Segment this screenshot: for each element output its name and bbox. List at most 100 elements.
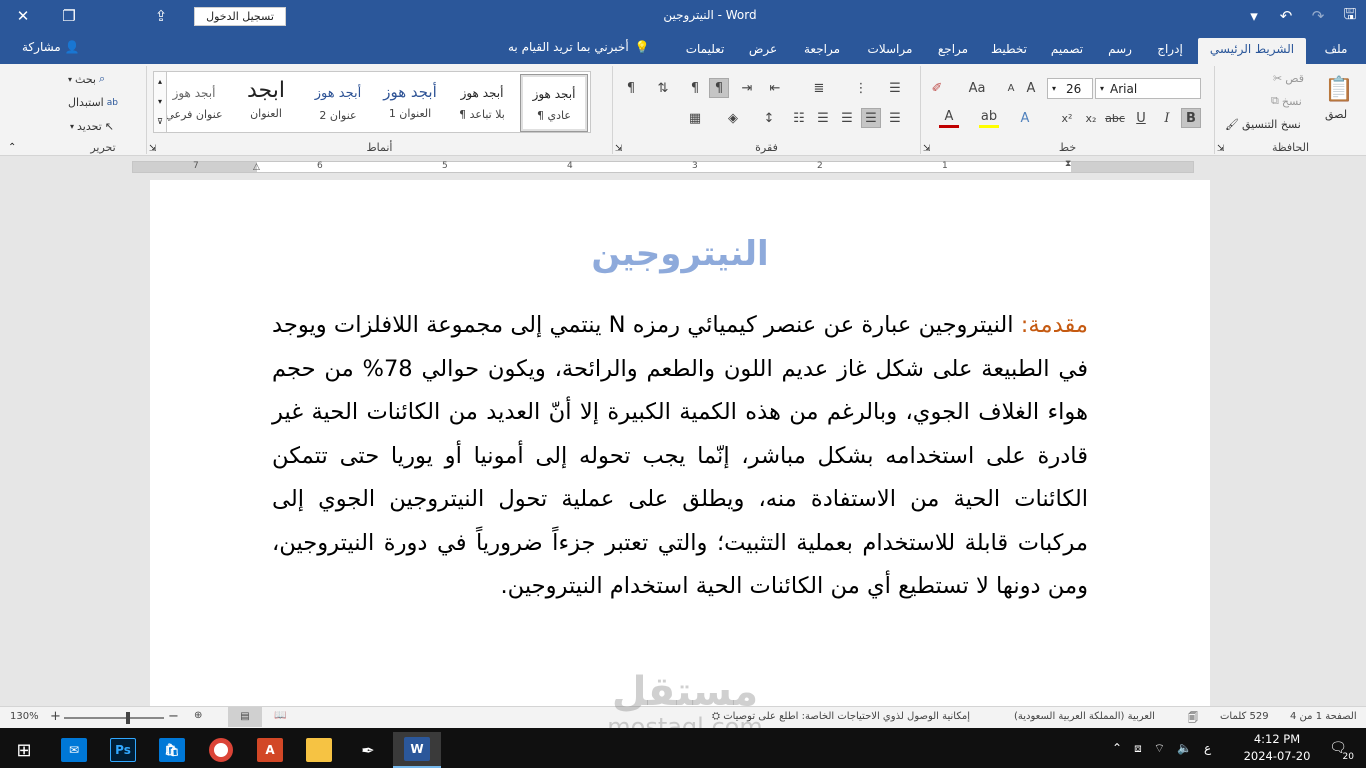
language-status[interactable]: العربية (المملكة العربية السعودية) <box>1014 711 1155 722</box>
taskbar-app-a[interactable]: A <box>246 732 294 768</box>
restore-icon[interactable]: ❐ <box>46 0 92 32</box>
zoom-out-icon[interactable]: − <box>168 709 179 724</box>
copy-button[interactable]: ⧉ نسخ <box>1271 94 1302 108</box>
close-icon[interactable]: ✕ <box>0 0 46 32</box>
taskbar-chrome[interactable] <box>197 732 245 768</box>
select-button[interactable]: ▾ تحديد ↖ <box>70 120 114 133</box>
ltr-direction-icon[interactable]: ¶ <box>685 78 705 98</box>
read-mode-icon[interactable]: 📖 <box>274 710 286 721</box>
style-heading-1[interactable]: أبجد هوز العنوان 1 <box>376 74 444 132</box>
multilevel-list-icon[interactable]: ≣ <box>809 78 829 98</box>
change-case-icon[interactable]: Aa <box>967 78 987 98</box>
align-right-icon[interactable]: ☰ <box>885 108 905 128</box>
taskbar-photoshop[interactable]: Ps <box>99 732 147 768</box>
distributed-icon[interactable]: ☷ <box>789 108 809 128</box>
network-icon[interactable]: ⧈ <box>1134 741 1142 756</box>
taskbar-word[interactable]: W <box>393 732 441 768</box>
customize-qat-icon[interactable]: ▾ <box>1238 0 1270 32</box>
word-count[interactable]: 529 كلمات <box>1220 711 1269 722</box>
strikethrough-icon[interactable]: abc <box>1105 108 1125 128</box>
paste-button[interactable]: لصق <box>1325 108 1347 121</box>
dialog-launcher-icon[interactable]: ⇲ <box>149 144 157 154</box>
tab-file[interactable]: ملف <box>1316 38 1356 64</box>
align-center-icon[interactable]: ☰ <box>861 108 881 128</box>
document-title[interactable]: النيتروجين <box>150 234 1210 274</box>
paste-icon[interactable]: 📋 <box>1323 72 1355 106</box>
underline-icon[interactable]: U <box>1131 108 1151 128</box>
tab-design[interactable]: تصميم <box>1042 38 1092 64</box>
tab-help[interactable]: تعليمات <box>680 38 730 64</box>
tab-layout[interactable]: تخطيط <box>986 38 1032 64</box>
bullets-icon[interactable]: ☰ <box>885 78 905 98</box>
web-layout-icon[interactable]: ⊕ <box>194 710 202 721</box>
clear-formatting-icon[interactable]: ✐ <box>927 78 947 98</box>
sign-in-button[interactable]: تسجيل الدخول <box>194 7 286 26</box>
tab-review[interactable]: مراجعة <box>794 38 850 64</box>
numbering-icon[interactable]: ⋮ <box>851 78 871 98</box>
collapse-ribbon-icon[interactable]: ⌃ <box>8 142 16 153</box>
style-subtitle[interactable]: أبجد هوز عنوان فرعي <box>160 74 228 132</box>
rtl-direction-icon[interactable]: ¶ <box>709 78 729 98</box>
zoom-percent[interactable]: 130% <box>10 711 39 722</box>
tab-view[interactable]: عرض <box>742 38 784 64</box>
zoom-slider[interactable] <box>64 712 164 724</box>
style-normal[interactable]: أبجد هوز ¶ عادي <box>520 74 588 132</box>
highlight-icon[interactable]: ab <box>979 108 999 128</box>
share-button[interactable]: مشاركة 👤 <box>22 40 80 54</box>
taskbar-clock[interactable]: 4:12 PM 2024-07-20 <box>1240 731 1314 765</box>
shading-icon[interactable]: ◈ <box>723 108 743 128</box>
superscript-icon[interactable]: x² <box>1057 108 1077 128</box>
tab-insert[interactable]: إدراج <box>1150 38 1190 64</box>
accessibility-status[interactable]: إمكانية الوصول لذوي الاحتياجات الخاصة: ا… <box>712 711 970 722</box>
sort-icon[interactable]: ⇅ <box>653 78 673 98</box>
increase-indent-icon[interactable]: ⇥ <box>737 78 757 98</box>
start-button[interactable]: ⊞ <box>0 732 48 768</box>
taskbar-inkscape[interactable]: ✒ <box>344 732 392 768</box>
subscript-icon[interactable]: x₂ <box>1081 108 1101 128</box>
horizontal-ruler[interactable]: 7 6 5 4 3 2 1 △ ⧗ <box>132 159 1194 173</box>
print-layout-icon[interactable]: ▤ <box>228 707 262 727</box>
zoom-in-icon[interactable]: + <box>50 709 61 724</box>
show-marks-icon[interactable]: ¶ <box>621 78 641 98</box>
volume-icon[interactable]: 🔈 <box>1177 741 1192 755</box>
font-name-box[interactable]: ▾ Arial <box>1095 78 1201 99</box>
borders-icon[interactable]: ▦ <box>685 108 705 128</box>
find-button[interactable]: ▾ بحث ⌕ <box>68 72 105 86</box>
decrease-font-icon[interactable]: A <box>1001 78 1021 98</box>
dialog-launcher-icon[interactable]: ⇲ <box>615 144 623 154</box>
undo-icon[interactable]: ↶ <box>1270 0 1302 32</box>
increase-font-icon[interactable]: A <box>1021 78 1041 98</box>
align-left-icon[interactable]: ☰ <box>837 108 857 128</box>
format-painter-button[interactable]: 🖌 نسخ التنسيق <box>1225 118 1301 131</box>
tell-me-box[interactable]: 💡 أخبرني بما تريد القيام به <box>508 40 650 54</box>
tab-mailings[interactable]: مراسلات <box>860 38 920 64</box>
indent-marker-icon[interactable]: △ <box>253 162 260 172</box>
style-no-spacing[interactable]: أبجد هوز ¶ بلا تباعد <box>448 74 516 132</box>
taskbar-mail[interactable]: ✉ <box>50 732 98 768</box>
replace-button[interactable]: استبدال ab <box>68 96 118 109</box>
tab-references[interactable]: مراجع <box>930 38 976 64</box>
taskbar-explorer[interactable] <box>295 732 343 768</box>
font-size-box[interactable]: ▾ 26 <box>1047 78 1093 99</box>
indent-marker-icon[interactable]: ⧗ <box>1065 159 1071 169</box>
save-icon[interactable]: 🖫 <box>1334 0 1366 32</box>
tab-home[interactable]: الشريط الرئيسي <box>1198 38 1306 64</box>
font-color-icon[interactable]: A <box>939 108 959 128</box>
style-heading-2[interactable]: أبجد هوز عنوان 2 <box>304 74 372 132</box>
style-title[interactable]: ابجد العنوان <box>232 74 300 132</box>
proofing-icon[interactable]: 🗐 <box>1188 711 1198 728</box>
bold-icon[interactable]: B <box>1181 108 1201 128</box>
ribbon-display-options-icon[interactable]: ⇪ <box>138 0 184 32</box>
document-page[interactable]: النيتروجين مقدمة: النيتروجين عبارة عن عن… <box>150 180 1210 706</box>
redo-icon[interactable]: ↷ <box>1302 0 1334 32</box>
decrease-indent-icon[interactable]: ⇤ <box>765 78 785 98</box>
page-number[interactable]: الصفحة 1 من 4 <box>1290 711 1357 722</box>
zoom-slider-thumb[interactable] <box>126 712 131 724</box>
tab-draw[interactable]: رسم <box>1102 38 1138 64</box>
input-language[interactable]: ع <box>1204 741 1211 755</box>
line-spacing-icon[interactable]: ↕ <box>759 108 779 128</box>
dialog-launcher-icon[interactable]: ⇲ <box>923 144 931 154</box>
taskbar-store[interactable]: 🛍 <box>148 732 196 768</box>
notification-center[interactable]: 🗨 20 <box>1320 734 1356 762</box>
cut-button[interactable]: ✂ قص <box>1273 72 1304 85</box>
